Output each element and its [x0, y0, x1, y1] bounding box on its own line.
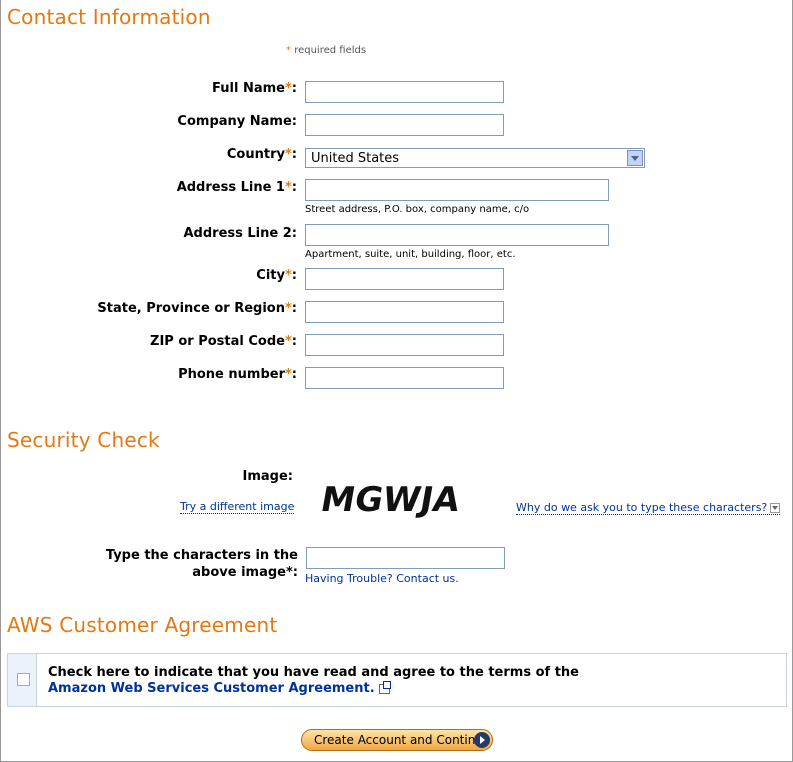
phone-label: Phone number*: — [178, 367, 297, 382]
address-line2-hint: Apartment, suite, unit, building, floor,… — [305, 249, 516, 260]
country-select[interactable]: United States — [305, 148, 645, 168]
company-name-label: Company Name: — [177, 114, 297, 129]
captcha-input-label: Type the characters in the above image*: — [105, 548, 298, 580]
svg-text:MGWJA: MGWJA — [322, 480, 463, 520]
phone-input[interactable] — [305, 367, 504, 389]
captcha-input[interactable] — [306, 547, 505, 569]
zip-label: ZIP or Postal Code*: — [150, 334, 297, 349]
full-name-input[interactable] — [305, 81, 504, 103]
required-note: * required fields — [286, 45, 367, 56]
chevron-down-icon[interactable] — [770, 503, 781, 513]
state-label: State, Province or Region*: — [97, 301, 297, 316]
address-line1-hint: Street address, P.O. box, company name, … — [305, 204, 530, 215]
company-name-input[interactable] — [305, 114, 504, 136]
create-account-button[interactable]: Create Account and Continue — [301, 729, 493, 751]
security-section-title: Security Check — [7, 428, 160, 452]
full-name-label: Full Name*: — [212, 81, 297, 96]
image-label: Image: — [242, 469, 293, 484]
arrow-right-icon — [474, 732, 490, 748]
agree-checkbox[interactable] — [17, 673, 30, 686]
address-line2-label: Address Line 2: — [183, 226, 298, 241]
address-line2-input[interactable] — [305, 224, 609, 246]
agreement-checkbox-cell — [8, 654, 37, 706]
city-label: City*: — [256, 268, 297, 283]
zip-input[interactable] — [305, 334, 504, 356]
country-label: Country*: — [226, 147, 297, 162]
captcha-image: MGWJA — [322, 480, 463, 520]
city-input[interactable] — [305, 268, 504, 290]
address-line1-input[interactable] — [305, 179, 609, 201]
country-value: United States — [311, 151, 400, 166]
having-trouble-link[interactable]: Having Trouble? Contact us. — [305, 572, 459, 585]
chevron-down-icon[interactable] — [627, 150, 643, 166]
agreement-text: Check here to indicate that you have rea… — [48, 665, 579, 696]
agreement-section-title: AWS Customer Agreement — [7, 613, 278, 637]
required-star: * — [286, 45, 291, 56]
try-different-image-link[interactable]: Try a different image — [180, 500, 295, 514]
customer-agreement-link[interactable]: Amazon Web Services Customer Agreement. — [48, 681, 375, 696]
agreement-box: Check here to indicate that you have rea… — [7, 653, 787, 707]
why-ask-link[interactable]: Why do we ask you to type these characte… — [516, 501, 781, 515]
external-window-icon[interactable] — [378, 680, 391, 694]
state-input[interactable] — [305, 301, 504, 323]
address-line1-label: Address Line 1*: — [176, 180, 297, 195]
contact-section-title: Contact Information — [7, 5, 211, 29]
